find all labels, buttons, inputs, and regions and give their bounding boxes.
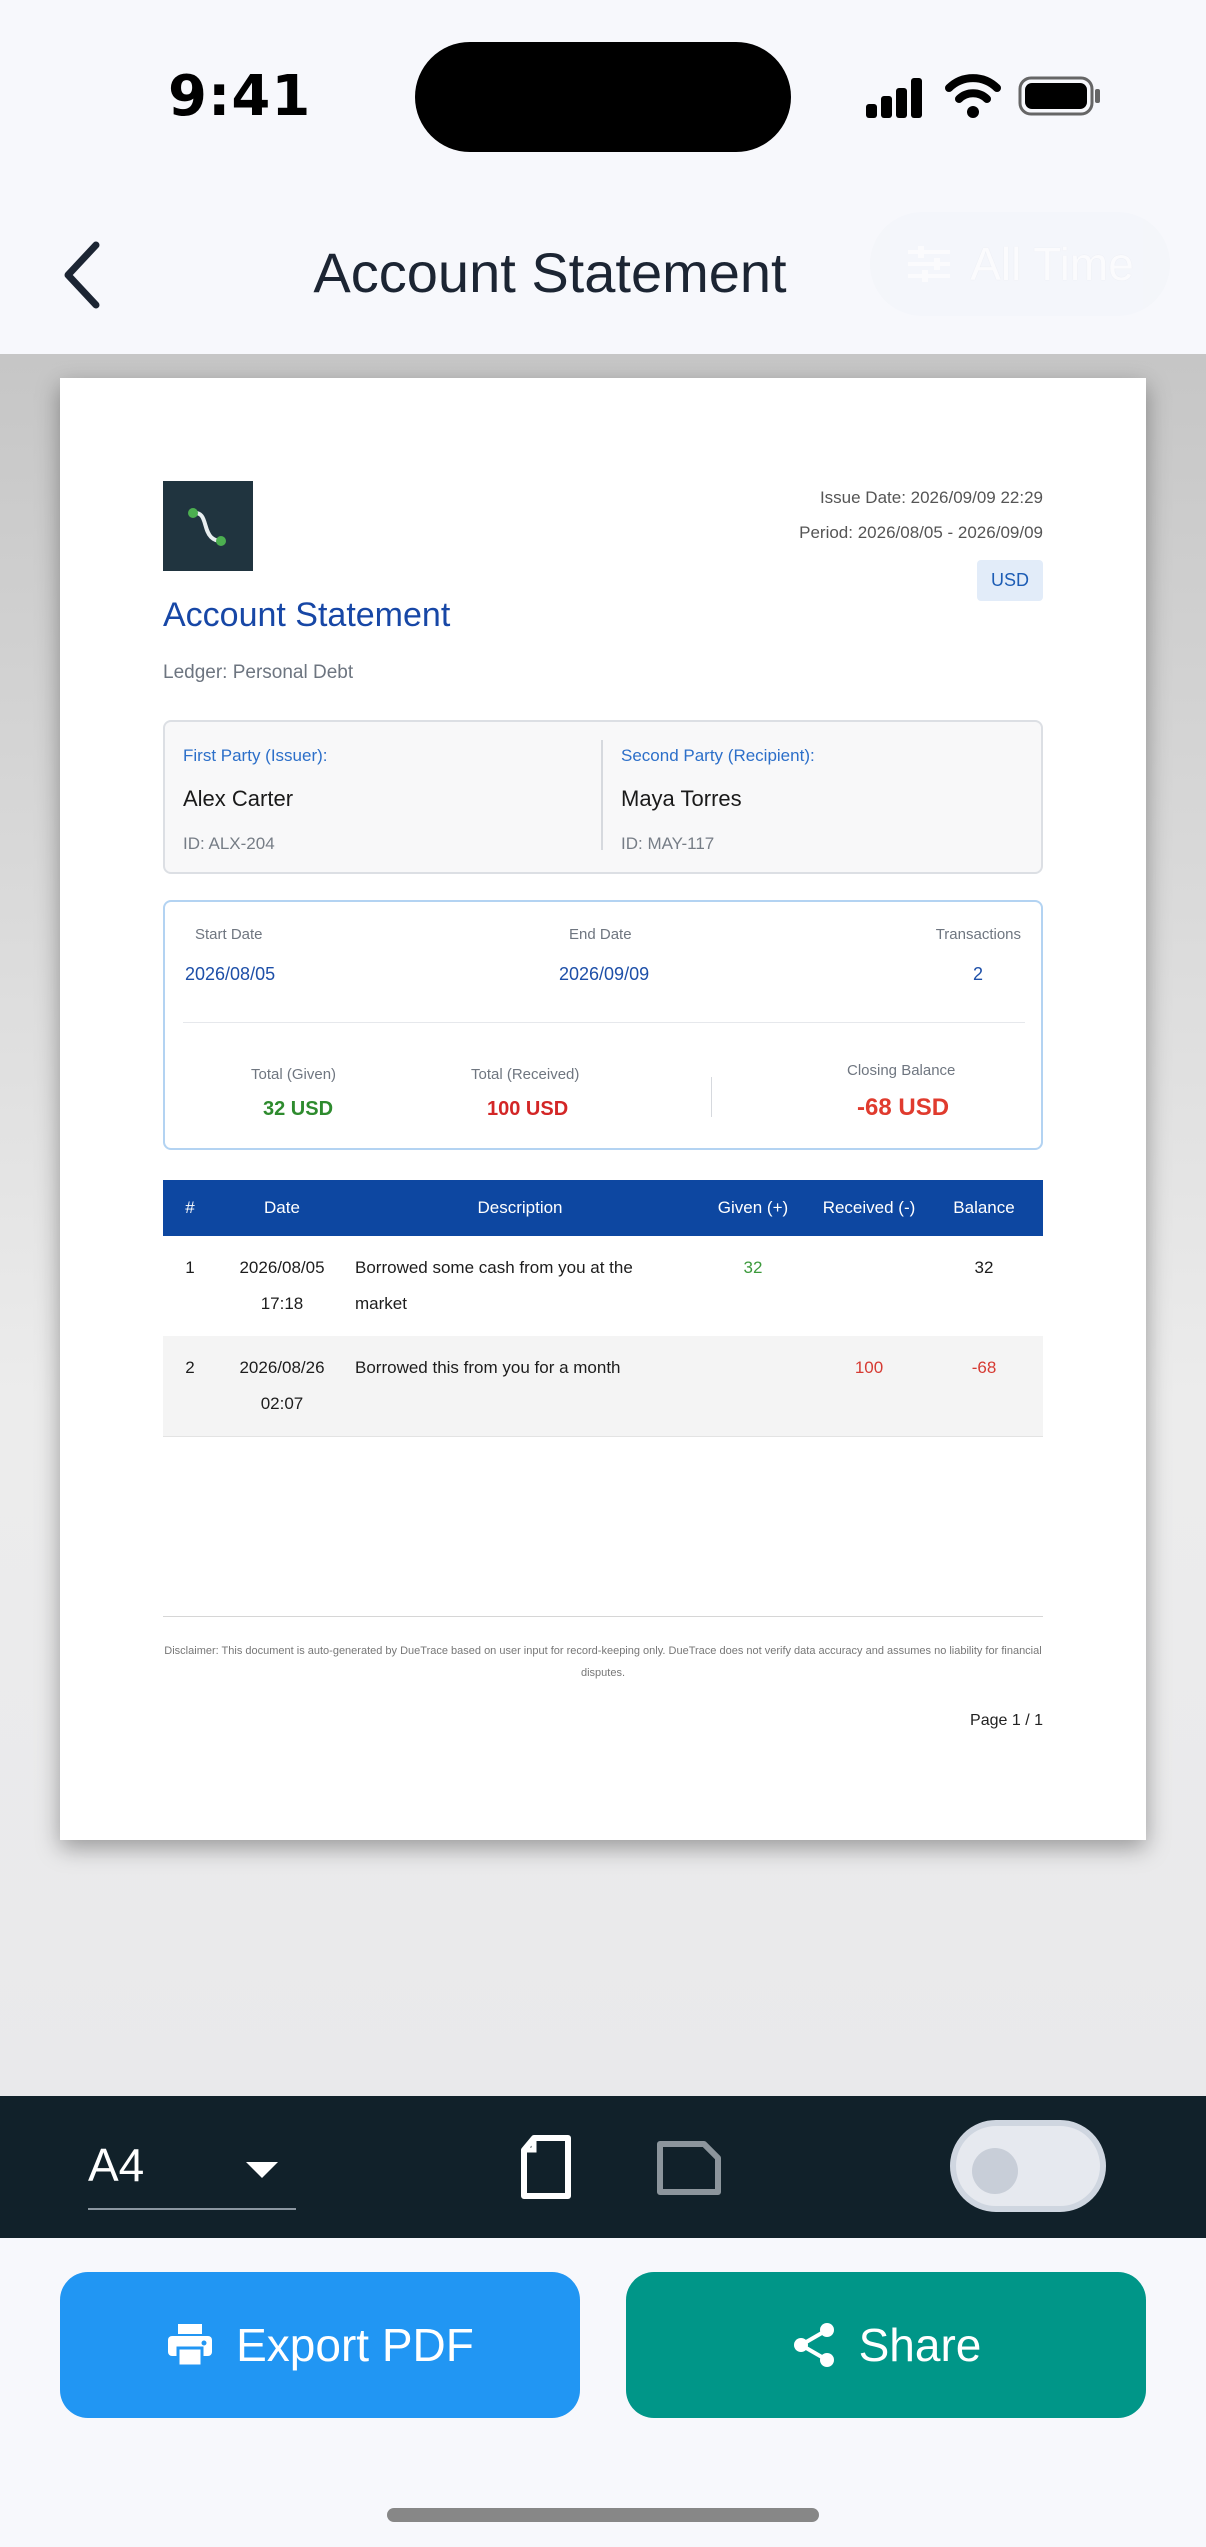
second-party-label: Second Party (Recipient): xyxy=(621,746,815,765)
date-filter-button[interactable]: All Time xyxy=(870,212,1170,316)
row-balance: -68 xyxy=(925,1336,1043,1437)
summary-divider xyxy=(183,1022,1025,1023)
battery-icon xyxy=(1018,76,1100,116)
portrait-orientation-icon[interactable] xyxy=(516,2134,576,2200)
row-given: 32 xyxy=(693,1236,813,1336)
row-date: 2026/08/05 xyxy=(239,1258,325,1277)
bottom-actions: Export PDF Share xyxy=(0,2238,1206,2547)
cellular-signal-icon xyxy=(866,78,924,118)
col-header-number: # xyxy=(163,1180,217,1236)
export-pdf-button[interactable]: Export PDF xyxy=(60,2272,580,2418)
row-number: 1 xyxy=(163,1236,217,1336)
page-number: Page 1 / 1 xyxy=(970,1712,1043,1729)
table-row: 1 2026/08/05 17:18 Borrowed some cash fro… xyxy=(163,1236,1043,1336)
transactions-label: Transactions xyxy=(935,926,1021,943)
table-row: 2 2026/08/26 02:07 Borrowed this from you… xyxy=(163,1336,1043,1437)
closing-balance-value: -68 USD xyxy=(857,1094,950,1121)
row-description: Borrowed this from you for a month xyxy=(347,1336,693,1437)
transactions-table: # Date Description Given (+) Received (-… xyxy=(163,1180,1043,1437)
paper-size-select[interactable]: A4 xyxy=(88,2132,296,2210)
row-balance: 32 xyxy=(925,1236,1043,1336)
row-received: 100 xyxy=(813,1336,925,1437)
toggle-knob xyxy=(972,2148,1018,2194)
second-party-id: ID: MAY-117 xyxy=(621,834,715,853)
total-received-value: 100 USD xyxy=(487,1098,569,1120)
share-label: Share xyxy=(858,2319,982,2371)
first-party-id: ID: ALX-204 xyxy=(183,834,275,853)
summary-card: Start Date 2026/08/05 End Date 2026/09/0… xyxy=(163,900,1043,1150)
closing-balance-label: Closing Balance xyxy=(847,1062,956,1079)
chevron-down-icon xyxy=(246,2162,278,2178)
second-party-name: Maya Torres xyxy=(621,786,742,811)
home-indicator[interactable] xyxy=(387,2508,819,2522)
row-time: 17:18 xyxy=(260,1294,304,1313)
row-number: 2 xyxy=(163,1336,217,1437)
end-date-label: End Date xyxy=(569,926,632,943)
total-given-value: 32 USD xyxy=(263,1098,334,1120)
table-header-row: # Date Description Given (+) Received (-… xyxy=(163,1180,1043,1236)
app-header: Account Statement All Time xyxy=(0,190,1206,354)
second-party: Second Party (Recipient): Maya Torres ID… xyxy=(601,740,1037,853)
filter-label: All Time xyxy=(970,238,1134,290)
printer-icon xyxy=(168,2324,213,2368)
col-header-description: Description xyxy=(347,1180,693,1236)
export-pdf-label: Export PDF xyxy=(236,2319,474,2371)
wifi-icon xyxy=(945,74,1001,118)
col-header-date: Date xyxy=(217,1180,347,1236)
footer-divider xyxy=(163,1616,1043,1617)
parties-card: First Party (Issuer): Alex Carter ID: AL… xyxy=(163,720,1043,874)
dynamic-island xyxy=(415,42,791,152)
share-icon xyxy=(793,2323,834,2367)
pdf-preview-area[interactable]: Account Statement Ledger: Personal Debt … xyxy=(0,354,1206,2096)
status-time: 9:41 xyxy=(168,64,312,129)
statement-title: Account Statement xyxy=(163,596,451,634)
statement-page: Account Statement Ledger: Personal Debt … xyxy=(60,378,1146,1840)
row-time: 02:07 xyxy=(260,1394,304,1413)
row-given xyxy=(693,1336,813,1437)
statement-period: Period: 2026/08/05 - 2026/09/09 xyxy=(799,523,1043,542)
first-party: First Party (Issuer): Alex Carter ID: AL… xyxy=(165,722,601,872)
issue-date: Issue Date: 2026/09/09 22:29 xyxy=(819,488,1043,507)
currency-badge: USD xyxy=(976,560,1043,601)
total-received-label: Total (Received) xyxy=(471,1066,580,1083)
col-header-given: Given (+) xyxy=(693,1180,813,1236)
ledger-name: Ledger: Personal Debt xyxy=(163,662,354,683)
row-datetime: 2026/08/26 02:07 xyxy=(217,1336,347,1437)
print-options-toolbar: A4 xyxy=(0,2096,1206,2238)
status-bar: 9:41 xyxy=(0,0,1206,190)
row-datetime: 2026/08/05 17:18 xyxy=(217,1236,347,1336)
transactions-value: 2 xyxy=(972,964,983,984)
total-given-label: Total (Given) xyxy=(251,1066,337,1083)
landscape-orientation-icon[interactable] xyxy=(656,2140,722,2196)
option-toggle[interactable] xyxy=(950,2120,1106,2212)
start-date-value: 2026/08/05 xyxy=(185,964,276,984)
first-party-name: Alex Carter xyxy=(183,786,294,811)
disclaimer-text: Disclaimer: This document is auto-genera… xyxy=(164,1645,1042,1679)
col-header-balance: Balance xyxy=(925,1180,1043,1236)
filter-icon xyxy=(908,246,951,282)
paper-size-value: A4 xyxy=(88,2139,145,2191)
start-date-label: Start Date xyxy=(195,926,263,943)
row-description: Borrowed some cash from you at the marke… xyxy=(347,1236,693,1336)
end-date-value: 2026/09/09 xyxy=(559,964,650,984)
col-header-received: Received (-) xyxy=(813,1180,925,1236)
app-logo-icon xyxy=(163,481,253,571)
row-received xyxy=(813,1236,925,1336)
first-party-label: First Party (Issuer): xyxy=(183,746,328,765)
summary-vertical-divider xyxy=(711,1077,712,1117)
row-date: 2026/08/26 xyxy=(239,1358,325,1377)
share-button[interactable]: Share xyxy=(626,2272,1146,2418)
